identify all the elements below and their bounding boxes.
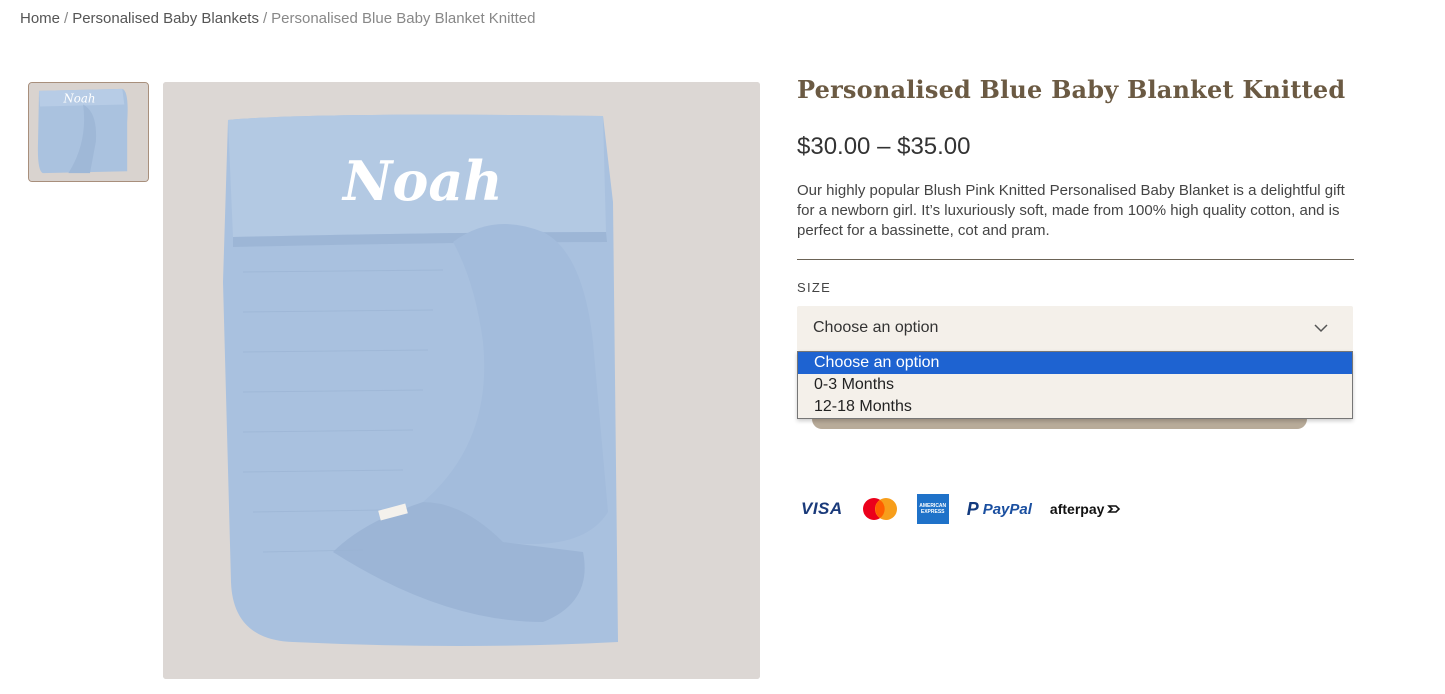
size-label: SIZE <box>797 280 832 295</box>
size-option[interactable]: 12-18 Months <box>798 396 1352 418</box>
thumbnail-image: Noah <box>29 83 148 181</box>
size-select[interactable]: Choose an option <box>797 306 1353 351</box>
product-thumbnail[interactable]: Noah <box>28 82 149 182</box>
chevron-down-icon <box>1314 324 1328 333</box>
product-title: Personalised Blue Baby Blanket Knitted <box>797 75 1346 104</box>
size-dropdown-list: Choose an option 0-3 Months 12-18 Months <box>797 351 1353 419</box>
size-select-value: Choose an option <box>813 319 939 336</box>
paypal-mark: P <box>966 498 979 519</box>
amex-line2: EXPRESS <box>920 509 945 515</box>
afterpay-icon: afterpay <box>1050 501 1122 517</box>
divider <box>797 259 1354 260</box>
amex-icon: AMERICAN EXPRESS <box>916 494 949 524</box>
size-option[interactable]: 0-3 Months <box>798 374 1352 396</box>
product-price: $30.00 – $35.00 <box>797 133 971 160</box>
payment-methods: VISA AMERICAN EXPRESS P PayPal afterpay <box>801 493 1140 525</box>
breadcrumb-category[interactable]: Personalised Baby Blankets <box>72 10 259 27</box>
breadcrumb-current: Personalised Blue Baby Blanket Knitted <box>271 10 536 27</box>
size-option[interactable]: Choose an option <box>798 352 1352 374</box>
breadcrumb-home[interactable]: Home <box>20 10 60 27</box>
product-description: Our highly popular Blush Pink Knitted Pe… <box>797 182 1345 239</box>
breadcrumb-separator: / <box>262 10 268 27</box>
thumbnail-name-text: Noah <box>63 92 96 106</box>
breadcrumb: Home / Personalised Baby Blankets / Personal… <box>20 10 535 27</box>
afterpay-text: afterpay <box>1049 501 1105 517</box>
product-main-image[interactable]: Noah <box>163 82 760 679</box>
blanket-name-text: Noah <box>341 149 503 213</box>
visa-icon: VISA <box>801 499 843 518</box>
paypal-icon: P PayPal <box>967 499 1032 520</box>
breadcrumb-separator: / <box>64 10 69 27</box>
blanket-image: Noah <box>163 82 760 679</box>
paypal-text: PayPal <box>982 500 1032 518</box>
mastercard-icon <box>861 496 899 522</box>
